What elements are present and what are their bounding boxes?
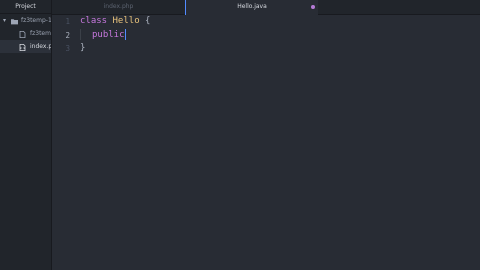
chevron-down-icon[interactable]: ▾ [3,14,6,27]
code-line-current[interactable]: public [80,28,470,43]
class-name-token: Hello [112,16,140,26]
keyword-token: public [92,29,125,40]
editor-window: Project ▾ fz3temp-1 fz3temp index.php in… [0,0,480,270]
file-code-icon [19,43,26,52]
tab-index-php[interactable]: index.php [52,0,185,14]
tree-item-label: index.php [30,43,51,50]
indent-guide [80,28,92,40]
tab-hello-java[interactable]: Hello.java [185,0,318,15]
keyword-token: class [80,16,108,26]
modified-dot-icon[interactable] [311,5,315,9]
folder-icon [11,17,18,25]
tab-bar: index.php Hello.java [52,0,480,15]
tree-item-root-folder[interactable]: ▾ fz3temp-1 [0,14,51,27]
line-number-current: 2 [65,30,70,40]
tab-label: index.php [103,3,134,10]
text-cursor [124,28,126,40]
tree-panel-title: Project [0,0,51,14]
file-icon [19,30,26,39]
tab-label: Hello.java [237,3,267,10]
code-editor[interactable]: class Hello { public } [80,15,470,56]
line-number: 1 [65,17,70,26]
brace-token: { [145,16,151,26]
code-line[interactable]: } [80,42,470,56]
code-line[interactable]: class Hello { [80,15,470,29]
line-number: 3 [65,44,70,53]
project-tree-panel: Project ▾ fz3temp-1 fz3temp index.php [0,0,52,270]
line-number-gutter: 1 2 3 [52,15,70,56]
tree-item-label: fz3temp [30,30,51,37]
tree-item-file-selected[interactable]: index.php [0,40,51,53]
tree-item-file[interactable]: fz3temp [0,27,51,40]
brace-token: } [80,43,86,53]
tree-item-label: fz3temp-1 [21,17,51,24]
